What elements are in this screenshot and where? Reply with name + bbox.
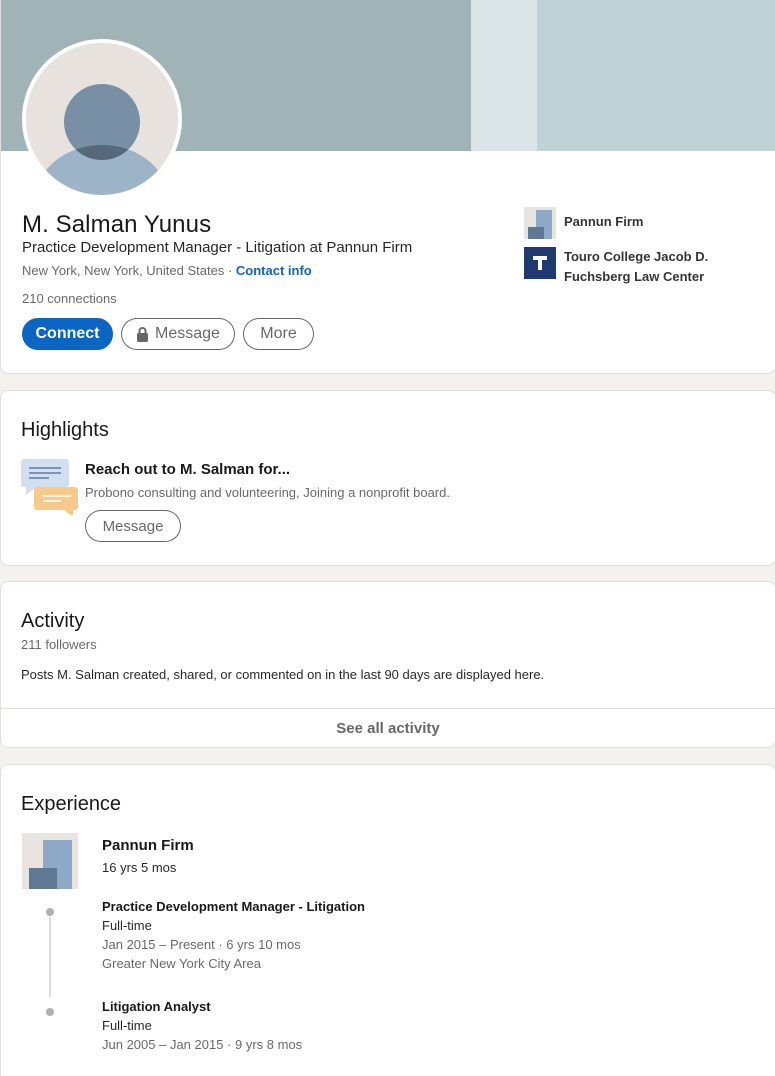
role-location: Greater New York City Area: [102, 956, 261, 971]
see-all-activity-button[interactable]: See all activity: [1, 708, 775, 748]
profile-name: M. Salman Yunus: [22, 211, 212, 238]
default-avatar-icon: [26, 43, 178, 195]
profile-top-card: M. Salman Yunus Practice Development Man…: [0, 0, 775, 374]
role-title: Litigation Analyst: [102, 999, 211, 1014]
highlights-card: Highlights Reach out to M. Salman for...…: [0, 390, 775, 566]
activity-card: Activity 211 followers Posts M. Salman c…: [0, 581, 775, 748]
experience-company[interactable]: Pannun Firm: [102, 837, 194, 854]
followers-count: 211 followers: [21, 637, 97, 652]
role-dates: Jun 2005 – Jan 2015 · 9 yrs 8 mos: [102, 1037, 303, 1052]
more-button[interactable]: More: [243, 318, 314, 350]
highlight-title: Reach out to M. Salman for...: [85, 461, 291, 478]
school-logo-icon: [524, 247, 556, 279]
role-type: Full-time: [102, 918, 152, 933]
role-title: Practice Development Manager - Litigatio…: [102, 899, 365, 914]
connect-label: Connect: [35, 325, 100, 342]
role-dates: Jan 2015 – Present · 6 yrs 10 mos: [102, 937, 301, 952]
activity-description: Posts M. Salman created, shared, or comm…: [21, 667, 545, 682]
school-name-line1: Touro College Jacob D.: [564, 249, 709, 264]
timeline-dot: [46, 908, 54, 916]
lock-icon: [137, 326, 149, 342]
current-company-name: Pannun Firm: [564, 214, 644, 229]
highlight-message-label: Message: [102, 517, 164, 535]
location-separator: ·: [224, 263, 236, 278]
timeline-dot: [46, 1008, 54, 1016]
chat-bubbles-icon: [21, 459, 78, 515]
experience-title: Experience: [21, 793, 122, 815]
profile-avatar[interactable]: [22, 39, 182, 199]
profile-headline: Practice Development Manager - Litigatio…: [22, 239, 413, 256]
banner-panel: [537, 0, 775, 151]
highlight-message-button[interactable]: Message: [85, 510, 181, 542]
company-logo-icon: [524, 207, 556, 239]
experience-card: Experience Pannun Firm 16 yrs 5 mos Prac…: [0, 764, 775, 1076]
message-label: Message: [155, 325, 220, 342]
current-company-link[interactable]: Pannun Firm: [524, 207, 643, 239]
education-link[interactable]: Touro College Jacob D. Fuchsberg Law Cen…: [524, 247, 708, 287]
connections-count[interactable]: 210 connections: [22, 291, 117, 306]
company-logo-icon[interactable]: [22, 833, 78, 889]
experience-total-duration: 16 yrs 5 mos: [102, 860, 177, 875]
message-button[interactable]: Message: [121, 318, 235, 350]
school-name-line2: Fuchsberg Law Center: [564, 269, 705, 284]
activity-title: Activity: [21, 610, 85, 632]
experience-role: Practice Development Manager - Litigatio…: [102, 897, 365, 973]
more-label: More: [260, 325, 297, 342]
experience-role: Litigation Analyst Full-time Jun 2005 – …: [102, 997, 302, 1054]
profile-location-line: New York, New York, United States · Cont…: [22, 263, 312, 278]
highlights-title: Highlights: [21, 419, 109, 441]
contact-info-link[interactable]: Contact info: [236, 263, 312, 278]
profile-location: New York, New York, United States: [22, 263, 225, 278]
role-type: Full-time: [102, 1018, 152, 1033]
connect-button[interactable]: Connect: [22, 318, 113, 350]
timeline-line: [49, 917, 51, 997]
banner-band: [471, 0, 541, 151]
highlight-subtitle: Probono consulting and volunteering, Joi…: [85, 485, 450, 500]
